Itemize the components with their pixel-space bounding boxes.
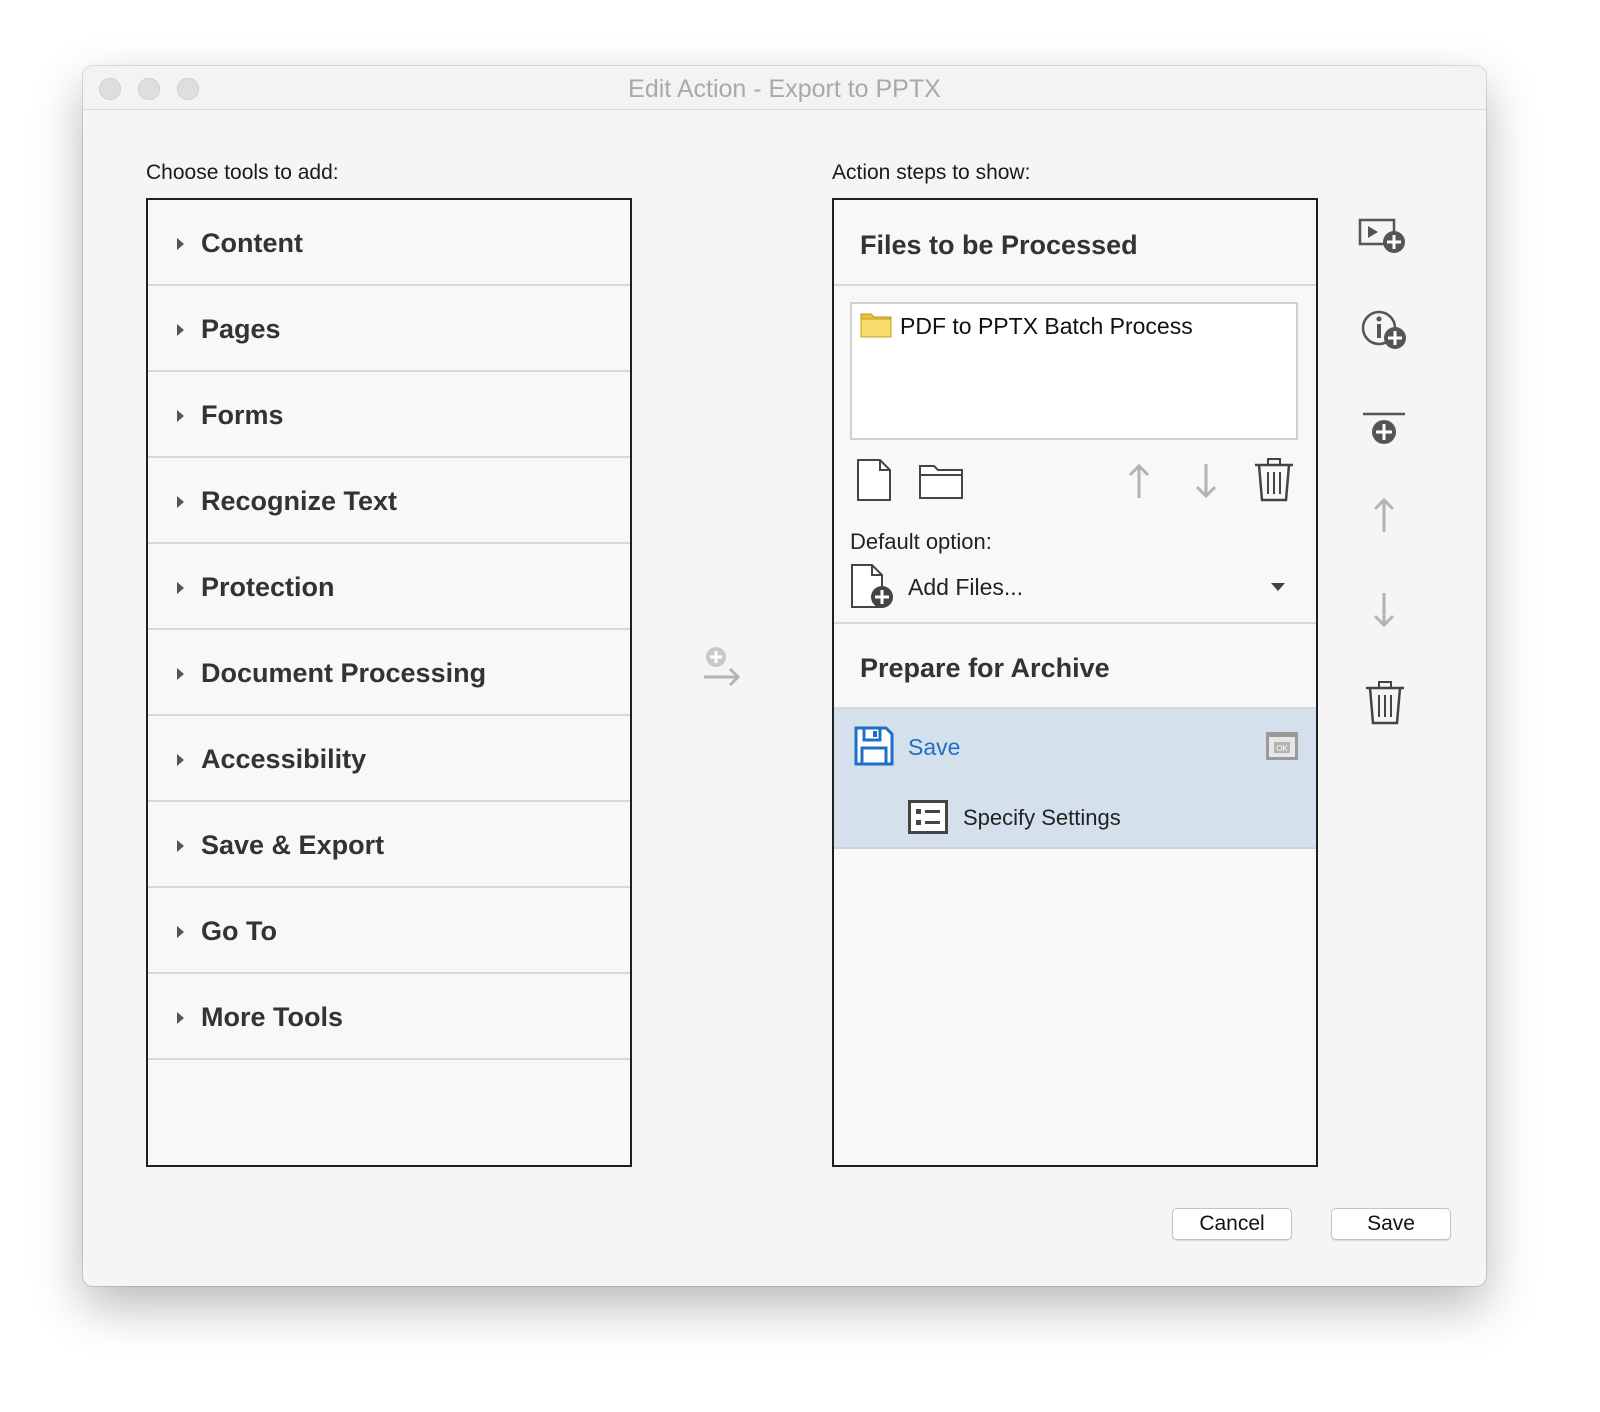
- add-folder-icon[interactable]: [918, 462, 964, 500]
- edit-action-dialog: Edit Action - Export to PPTX Choose tool…: [83, 66, 1486, 1286]
- files-list[interactable]: PDF to PPTX Batch Process: [850, 302, 1298, 440]
- chevron-down-icon[interactable]: [1271, 583, 1285, 591]
- insert-pause-icon[interactable]: [1358, 216, 1410, 256]
- add-files-icon: [850, 563, 896, 611]
- disclosure-triangle-icon: [177, 324, 184, 336]
- tool-category-save-export[interactable]: Save & Export: [148, 802, 630, 888]
- delete-icon[interactable]: [1364, 680, 1406, 726]
- file-move-down-icon[interactable]: [1193, 462, 1219, 500]
- disclosure-triangle-icon: [177, 754, 184, 766]
- disclosure-triangle-icon: [177, 668, 184, 680]
- steps-heading: Action steps to show:: [832, 161, 1031, 184]
- files-group-title: Files to be Processed: [860, 230, 1138, 260]
- add-instruction-icon[interactable]: [1360, 308, 1410, 352]
- tool-category-protection[interactable]: Protection: [148, 544, 630, 630]
- default-option-label: Default option:: [850, 529, 992, 554]
- tool-category-go-to[interactable]: Go To: [148, 888, 630, 974]
- tool-category-label: Accessibility: [201, 744, 367, 774]
- tool-category-label: Forms: [201, 400, 284, 430]
- move-up-icon[interactable]: [1371, 496, 1397, 534]
- tool-category-label: Save & Export: [201, 830, 385, 860]
- tool-category-content[interactable]: Content: [148, 200, 630, 286]
- settings-list-icon: [908, 800, 948, 834]
- tool-category-document-processing[interactable]: Document Processing: [148, 630, 630, 716]
- tool-category-label: Pages: [201, 314, 281, 344]
- archive-group-title: Prepare for Archive: [860, 653, 1110, 683]
- disclosure-triangle-icon: [177, 840, 184, 852]
- floppy-disk-icon: [854, 726, 894, 766]
- disclosure-triangle-icon: [177, 926, 184, 938]
- tool-category-more-tools[interactable]: More Tools: [148, 974, 630, 1060]
- window-title: Edit Action - Export to PPTX: [628, 75, 941, 103]
- cancel-button[interactable]: Cancel: [1172, 1208, 1292, 1240]
- folder-icon: [860, 310, 892, 338]
- tools-list: Content Pages Forms Recognize Text Prote…: [146, 198, 632, 1167]
- divider: [834, 284, 1316, 286]
- add-file-icon[interactable]: [856, 458, 892, 502]
- action-steps-list: Files to be Processed PDF to PPTX Batch …: [832, 198, 1318, 1167]
- tool-category-label: More Tools: [201, 1002, 344, 1032]
- tool-category-label: Protection: [201, 572, 335, 602]
- move-down-icon[interactable]: [1371, 591, 1397, 629]
- tool-category-accessibility[interactable]: Accessibility: [148, 716, 630, 802]
- tool-category-forms[interactable]: Forms: [148, 372, 630, 458]
- show-dialog-toggle-icon[interactable]: OK: [1265, 731, 1299, 761]
- tool-category-pages[interactable]: Pages: [148, 286, 630, 372]
- save-step-row[interactable]: Save OK Specify Settings: [834, 709, 1316, 849]
- file-item[interactable]: PDF to PPTX Batch Process: [900, 313, 1193, 340]
- tool-category-recognize-text[interactable]: Recognize Text: [148, 458, 630, 544]
- file-move-up-icon[interactable]: [1126, 462, 1152, 500]
- save-button[interactable]: Save: [1331, 1208, 1451, 1240]
- disclosure-triangle-icon: [177, 1012, 184, 1024]
- tool-category-label: Content: [201, 228, 303, 258]
- tool-category-label: Document Processing: [201, 658, 487, 688]
- title-bar: Edit Action - Export to PPTX: [83, 66, 1486, 110]
- tool-category-label: Recognize Text: [201, 486, 398, 516]
- add-to-steps-icon[interactable]: [700, 644, 744, 688]
- file-delete-icon[interactable]: [1253, 457, 1295, 503]
- disclosure-triangle-icon: [177, 410, 184, 422]
- disclosure-triangle-icon: [177, 582, 184, 594]
- add-divider-icon[interactable]: [1361, 410, 1407, 450]
- disclosure-triangle-icon: [177, 238, 184, 250]
- specify-settings-label[interactable]: Specify Settings: [963, 805, 1121, 831]
- svg-text:OK: OK: [1276, 744, 1288, 753]
- divider: [834, 622, 1316, 624]
- default-option-select[interactable]: Add Files...: [908, 574, 1023, 601]
- disclosure-triangle-icon: [177, 496, 184, 508]
- tool-category-label: Go To: [201, 916, 277, 946]
- save-step-label: Save: [908, 734, 961, 760]
- tools-heading: Choose tools to add:: [146, 161, 339, 184]
